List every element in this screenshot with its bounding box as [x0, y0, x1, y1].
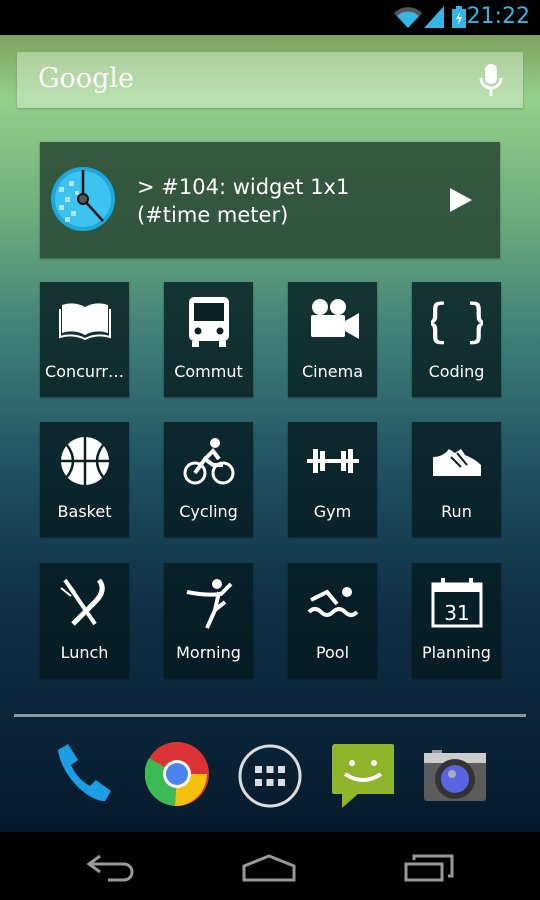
widget-title: > #104: widget 1x1: [137, 175, 350, 199]
tile-label: Cycling: [179, 502, 238, 521]
yoga-icon: [186, 579, 233, 629]
signal-icon: [424, 6, 444, 28]
google-logo: Google: [38, 63, 134, 94]
tile-label: Gym: [313, 502, 352, 521]
calendar-icon: 31: [431, 578, 483, 628]
mic-icon[interactable]: [479, 64, 503, 96]
swimmer-icon: [307, 587, 359, 617]
tile-label: Lunch: [60, 643, 109, 662]
tile-cycling[interactable]: Cycling: [164, 422, 253, 537]
braces-icon: { }: [431, 297, 483, 348]
home-icon[interactable]: [242, 854, 296, 882]
tile-pool[interactable]: Pool: [288, 563, 377, 678]
tile-label: Run: [441, 502, 472, 521]
tile-label: Coding: [428, 362, 485, 381]
phone-icon[interactable]: [50, 742, 116, 808]
time-meter-icon: [51, 167, 115, 231]
cyclist-icon: [183, 438, 235, 485]
status-bar: 21:22: [0, 0, 540, 35]
tile-label: Cinema: [302, 362, 363, 381]
tile-label: Concurr…: [45, 362, 124, 381]
camera-icon[interactable]: [424, 750, 486, 802]
dumbbell-icon: [307, 449, 359, 473]
tile-gym[interactable]: Gym: [288, 422, 377, 537]
tile-label: Pool: [315, 643, 350, 662]
chrome-icon[interactable]: [145, 742, 209, 806]
tile-label: Planning: [422, 643, 491, 662]
tile-run[interactable]: Run: [412, 422, 501, 537]
sneaker-icon: [433, 449, 481, 476]
tile-concurr[interactable]: Concurr…: [40, 282, 129, 397]
tile-planning[interactable]: 31 Planning: [412, 563, 501, 678]
navigation-bar: [0, 832, 540, 900]
movie-camera-icon: [311, 299, 359, 339]
time-meter-widget[interactable]: > #104: widget 1x1 (#time meter): [40, 142, 500, 258]
svg-text:{ }: { }: [431, 297, 483, 348]
dock-divider: [14, 714, 526, 717]
tile-morning[interactable]: Morning: [164, 563, 253, 678]
tile-cinema[interactable]: Cinema: [288, 282, 377, 397]
wifi-icon: [394, 7, 422, 28]
back-icon[interactable]: [86, 854, 136, 882]
basketball-icon: [61, 437, 109, 485]
tile-label: Morning: [176, 643, 241, 662]
widget-subtitle: (#time meter): [137, 203, 289, 227]
book-icon: [59, 303, 111, 341]
app-drawer-icon[interactable]: [238, 744, 302, 808]
recents-icon[interactable]: [404, 854, 454, 882]
calendar-day: 31: [444, 601, 469, 625]
google-search-bar[interactable]: Google: [17, 52, 523, 108]
battery-charging-icon: [452, 6, 466, 28]
clock: 21:22: [466, 4, 530, 29]
messaging-icon[interactable]: [332, 744, 394, 810]
tile-label: Basket: [57, 502, 112, 521]
tile-basket[interactable]: Basket: [40, 422, 129, 537]
fork-knife-icon: [60, 578, 105, 626]
tile-lunch[interactable]: Lunch: [40, 563, 129, 678]
play-icon[interactable]: [450, 188, 472, 212]
bus-icon: [189, 297, 229, 347]
tile-commut[interactable]: Commut: [164, 282, 253, 397]
tile-coding[interactable]: { } Coding: [412, 282, 501, 397]
tile-label: Commut: [174, 362, 243, 381]
